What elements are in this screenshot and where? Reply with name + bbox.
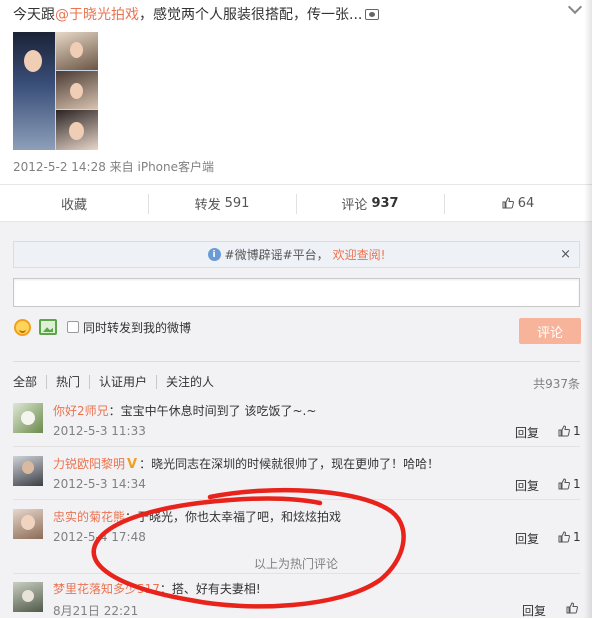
tab-all[interactable]: 全部 [13,375,46,389]
tab-verified[interactable]: 认证用户 [89,375,156,389]
repost-label: 转发 [194,197,221,213]
image-icon[interactable] [39,319,57,335]
info-icon: i [207,248,221,261]
comment-like-button[interactable] [566,602,581,614]
reply-button[interactable]: 回复 [522,602,546,619]
comment-user[interactable]: 力锐欧阳黎明 [53,457,125,471]
comment-text: 你好2师兄：宝宝中午休息时间到了 该吃饭了~.~ [53,402,316,419]
like-button[interactable]: 64 [444,185,592,221]
comment-like-button[interactable]: 1 [558,424,581,438]
comment-user[interactable]: 忠实的菊花熊 [53,510,125,524]
scroll-edge-shadow [584,0,592,618]
comment-body: ：搭、好有夫妻相! [159,582,261,596]
notice-bar: i #微博辟谣#平台， 欢迎查阅! × [13,241,580,268]
comment-body: ：宝宝中午休息时间到了 该吃饭了~.~ [108,404,317,418]
comment-like-count: 1 [573,424,581,438]
comment-total: 共937条 [533,377,580,391]
thumbs-up-icon [558,478,570,490]
avatar[interactable] [13,582,43,612]
thumbs-up-icon [558,531,570,543]
post-text: 今天跟@于晓光拍戏，感觉两个人服装很搭配，传一张... [13,4,380,24]
comment-text: 梦里花落知多少517：搭、好有夫妻相! [53,580,261,597]
close-icon[interactable]: × [560,247,571,262]
comment-time: 2012-5-4 17:48 [53,530,146,544]
comment-body: ：晓光同志在深圳的时候就很帅了，现在更帅了！哈哈！ [139,457,440,471]
action-bar: 收藏 转发 591 评论 937 64 [0,184,592,222]
divider [13,446,580,447]
picture-icon[interactable] [365,9,380,20]
comment-count: 937 [371,195,399,211]
comment-filter-tabs: 全部 热门 认证用户 关注的人 [13,375,223,389]
avatar[interactable] [13,456,43,486]
comment-time: 2012-5-3 11:33 [53,424,146,438]
reply-button[interactable]: 回复 [515,530,539,547]
chevron-down-icon[interactable] [567,0,583,15]
comment-text: 力锐欧阳黎明 V ：晓光同志在深圳的时候就很帅了，现在更帅了！哈哈！ [53,455,439,472]
like-count: 64 [517,195,535,211]
emoji-icon[interactable] [14,319,31,336]
photo-1 [13,32,55,150]
comment-body: ：于晓光，你也太幸福了吧，和炫炫拍戏 [125,510,342,524]
reply-button[interactable]: 回复 [515,424,539,441]
reply-button[interactable]: 回复 [515,477,539,494]
avatar[interactable] [13,509,43,539]
post-text-after: ，感觉两个人服装很搭配，传一张... [139,7,363,23]
repost-count: 591 [224,195,250,211]
verified-badge-icon: V [127,457,138,472]
favorite-label: 收藏 [60,197,87,213]
repost-button[interactable]: 转发 591 [148,185,296,221]
mention-link[interactable]: @于晓光拍戏 [55,7,139,23]
repost-checkbox-label: 同时转发到我的微博 [83,321,192,335]
post-text-before: 今天跟 [13,7,55,23]
divider [13,361,580,362]
comment-button[interactable]: 评论 937 [296,185,444,221]
thumbs-up-icon [558,425,570,437]
repost-checkbox[interactable] [67,321,79,333]
comment-like-button[interactable]: 1 [558,530,581,544]
notice-link[interactable]: 欢迎查阅! [333,246,386,263]
thumbs-up-icon [566,602,578,614]
tab-hot[interactable]: 热门 [46,375,89,389]
photo-3 [56,71,98,109]
favorite-button[interactable]: 收藏 [0,185,148,221]
comment-text: 忠实的菊花熊：于晓光，你也太幸福了吧，和炫炫拍戏 [53,508,341,525]
post-photo-collage[interactable] [13,32,98,150]
avatar[interactable] [13,403,43,433]
post-meta: 2012-5-2 14:28 来自 iPhone客户端 [13,160,215,174]
divider [13,499,580,500]
photo-4 [56,110,98,150]
hot-comments-end-label: 以上为热门评论 [253,557,338,571]
tab-following[interactable]: 关注的人 [156,375,223,389]
comment-user[interactable]: 梦里花落知多少517 [53,582,160,596]
comment-input[interactable] [13,278,580,307]
notice-text: #微博辟谣#平台， [224,248,329,262]
submit-comment-button[interactable]: 评论 [519,318,581,344]
divider [13,573,580,574]
comment-user[interactable]: 你好2师兄 [53,404,109,418]
thumbs-up-icon [502,197,514,209]
comment-time: 2012-5-3 14:34 [53,477,146,491]
comment-time: 8月21日 22:21 [53,604,139,618]
comment-label: 评论 [341,197,368,213]
comment-like-button[interactable]: 1 [558,477,581,491]
comment-like-count: 1 [573,477,581,491]
photo-2 [56,32,98,70]
comment-like-count: 1 [573,530,581,544]
